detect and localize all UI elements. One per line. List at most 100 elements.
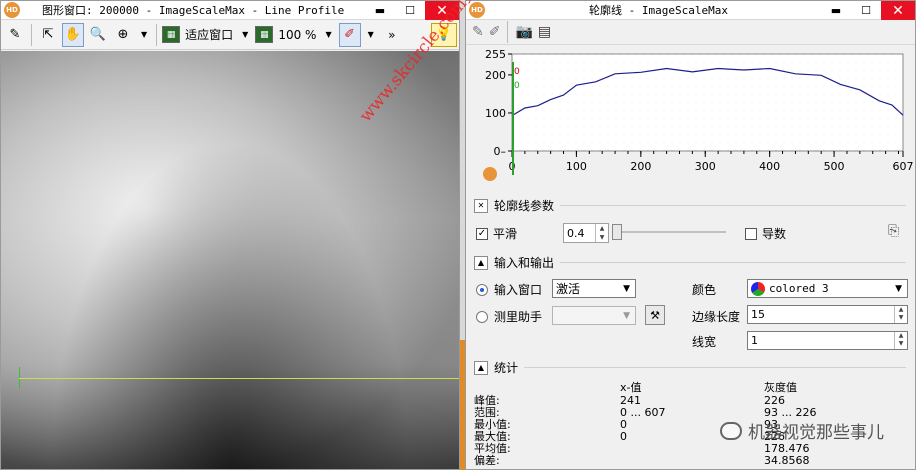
color-pen-icon[interactable]: ✐ xyxy=(338,22,361,47)
maximize-button[interactable]: ☐ xyxy=(851,1,881,20)
measure-assistant-select[interactable]: ▼ xyxy=(552,306,636,325)
chart-y-tick-label: 200 xyxy=(485,69,506,82)
chart-grid-dot xyxy=(551,117,553,119)
smooth-slider-thumb[interactable] xyxy=(612,224,622,240)
fit-window-dropdown-arrow[interactable]: ▼ xyxy=(242,30,248,39)
color-label: 颜色 xyxy=(692,283,717,297)
chart-grid-dot xyxy=(711,141,713,143)
chart-grid-dot xyxy=(559,85,561,87)
chart-grid-dot xyxy=(567,93,569,95)
chart-grid-dot xyxy=(551,77,553,79)
edge-length-spin-arrows[interactable]: ▲ ▼ xyxy=(894,306,907,323)
chart-grid-dot xyxy=(863,53,865,55)
pointer-icon[interactable]: ⇱ xyxy=(37,23,59,47)
line-width-spinbox[interactable]: 1 ▲ ▼ xyxy=(747,331,908,350)
chart-grid-dot xyxy=(711,125,713,127)
smooth-checkbox[interactable]: ✓ xyxy=(476,227,488,240)
draw-line-icon[interactable]: ✎ xyxy=(472,24,484,40)
chart-grid-dot xyxy=(543,133,545,135)
chart-grid-dot xyxy=(535,93,537,95)
input-window-select[interactable]: 激活 ▼ xyxy=(552,279,636,298)
chart-grid-dot xyxy=(519,133,521,135)
document-icon[interactable]: ▤ xyxy=(538,24,551,40)
chart-grid-dot xyxy=(615,117,617,119)
chart-grid-dot xyxy=(847,141,849,143)
profile-line[interactable] xyxy=(19,378,459,379)
chart-grid-dot xyxy=(783,77,785,79)
fit-window-icon[interactable]: ▦ xyxy=(162,26,181,43)
chart-grid-dot xyxy=(791,133,793,135)
chart-grid-dot xyxy=(727,101,729,103)
chart-grid-dot xyxy=(583,93,585,95)
edit-pencil-icon[interactable]: ✎ xyxy=(4,23,26,47)
chart-grid-dot xyxy=(559,125,561,127)
chart-grid-dot xyxy=(543,53,545,55)
chart-grid-dot xyxy=(535,53,537,55)
zoom-dropdown-arrow[interactable]: ▼ xyxy=(141,30,147,39)
smooth-spin-arrows[interactable]: ▲ ▼ xyxy=(595,224,608,242)
chart-grid-dot xyxy=(791,77,793,79)
graphics-window-titlebar[interactable]: HD 图形窗口: 200000 - ImageScaleMax - Line P… xyxy=(1,1,459,20)
export-chart-icon[interactable]: ⎘ xyxy=(888,223,899,239)
collapse-stats-icon[interactable]: ▲ xyxy=(474,360,488,375)
collapse-profile-params-icon[interactable]: ✕ xyxy=(474,198,488,213)
chart-grid-dot xyxy=(543,69,545,71)
wechat-badge: 机器视觉那些事儿 xyxy=(720,418,884,443)
chart-grid-dot xyxy=(839,61,841,63)
smooth-label: 平滑 xyxy=(493,227,518,241)
chart-grid-dot xyxy=(791,149,793,151)
chart-grid-dot xyxy=(631,77,633,79)
input-window-radio[interactable] xyxy=(476,283,488,296)
image-canvas[interactable] xyxy=(1,51,459,469)
measure-assistant-radio[interactable] xyxy=(476,310,488,323)
chart-grid-dot xyxy=(823,101,825,103)
smooth-value: 0.4 xyxy=(567,226,585,240)
derivative-checkbox[interactable] xyxy=(745,227,757,240)
smooth-slider-track[interactable] xyxy=(614,231,726,233)
close-button[interactable]: ✕ xyxy=(881,1,915,20)
color-pen-dropdown-arrow[interactable]: ▼ xyxy=(368,30,374,39)
zoom-percent-label[interactable]: 100 % xyxy=(276,23,318,47)
fit-window-label[interactable]: 适应窗口 xyxy=(183,23,235,47)
chart-grid-dot xyxy=(759,133,761,135)
color-select[interactable]: colored 3 ▼ xyxy=(747,279,908,298)
chart-marker-label-green: 0 xyxy=(514,81,520,91)
snapshot-icon[interactable]: 📷 xyxy=(515,24,532,40)
maximize-button[interactable]: ☐ xyxy=(395,1,425,20)
measure-assistant-open-icon[interactable]: ⚒ xyxy=(645,305,665,325)
chart-grid-dot xyxy=(719,61,721,63)
magnifier-icon[interactable]: 🔍 xyxy=(87,23,109,47)
edge-length-spinbox[interactable]: 15 ▲ ▼ xyxy=(747,305,908,324)
chart-grid-dot xyxy=(727,133,729,135)
chart-grid-dot xyxy=(527,85,529,87)
draw-rotated-line-icon[interactable]: ✐ xyxy=(489,24,501,40)
chart-grid-dot xyxy=(551,125,553,127)
chart-grid-dot xyxy=(743,117,745,119)
chart-grid-dot xyxy=(799,133,801,135)
collapse-io-icon[interactable]: ▲ xyxy=(474,255,488,270)
line-profile-titlebar[interactable]: HD 轮廓线 - ImageScaleMax ▬ ☐ ✕ xyxy=(466,1,915,20)
zoom-percent-dropdown-arrow[interactable]: ▼ xyxy=(325,30,331,39)
minimize-button[interactable]: ▬ xyxy=(821,1,851,20)
chart-grid-dot xyxy=(879,133,881,135)
chart-grid-dot xyxy=(887,77,889,79)
chart-grid-dot xyxy=(535,85,537,87)
chart-grid-dot xyxy=(847,101,849,103)
minimize-button[interactable]: ▬ xyxy=(365,1,395,20)
zoom-in-icon[interactable]: ⊕ xyxy=(112,23,134,47)
pan-hand-icon[interactable]: ✋ xyxy=(62,22,84,47)
smooth-spinbox[interactable]: 0.4 ▲ ▼ xyxy=(563,223,609,243)
more-tools-chevron-icon[interactable]: » xyxy=(381,23,403,47)
chart-grid-dot xyxy=(783,141,785,143)
chart-grid-dot xyxy=(807,53,809,55)
chart-grid-dot xyxy=(735,85,737,87)
chart-grid-dot xyxy=(895,141,897,143)
chart-grid-dot xyxy=(879,85,881,87)
chart-grid-dot xyxy=(799,149,801,151)
line-width-spin-arrows[interactable]: ▲ ▼ xyxy=(894,332,907,349)
zoom-percent-icon[interactable]: ▦ xyxy=(255,26,274,43)
chart-grid-dot xyxy=(519,141,521,143)
edge-length-value: 15 xyxy=(751,308,765,321)
chart-grid-dot xyxy=(719,85,721,87)
chart-grid-dot xyxy=(783,53,785,55)
